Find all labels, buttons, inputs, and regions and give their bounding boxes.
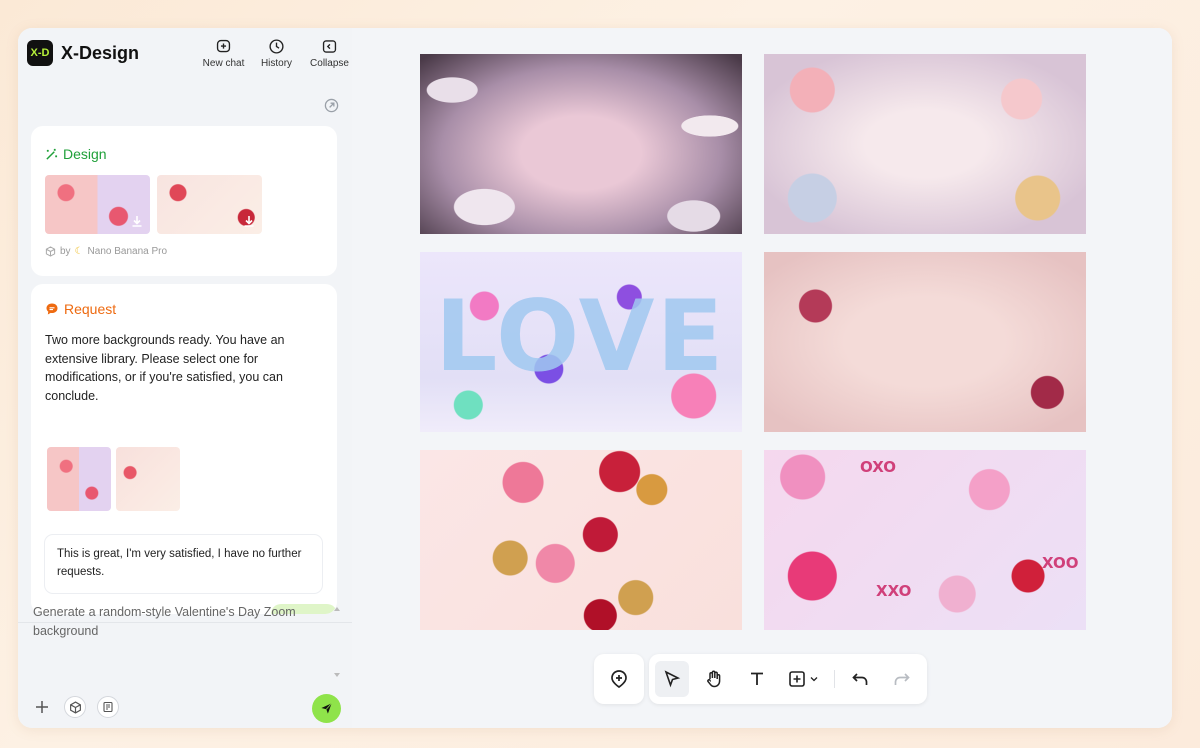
user-message: This is great, I'm very satisfied, I hav…	[45, 535, 322, 593]
magic-wand-icon	[46, 148, 58, 160]
hand-icon	[707, 670, 721, 688]
xo-text: OXO	[860, 458, 896, 476]
scroll-down-icon[interactable]	[333, 671, 341, 679]
new-chat-label: New chat	[202, 58, 245, 69]
undo-button[interactable]	[843, 661, 877, 697]
download-icon[interactable]	[130, 214, 144, 228]
plus-icon	[36, 701, 48, 713]
chevron-down-icon	[810, 677, 818, 682]
assistant-message: Two more backgrounds ready. You have an …	[45, 333, 285, 403]
redo-button[interactable]	[885, 661, 919, 697]
send-icon	[321, 703, 332, 714]
redo-icon	[894, 673, 910, 685]
background-image-4[interactable]	[764, 252, 1086, 432]
design-card-title: Design	[45, 146, 107, 162]
prompt-input[interactable]: Generate a random-style Valentine's Day …	[33, 603, 323, 641]
book-icon	[103, 701, 113, 713]
collapse-button[interactable]: Collapse	[307, 38, 352, 69]
cube-icon	[69, 700, 81, 714]
byline-prefix: by	[60, 246, 71, 257]
download-icon[interactable]	[242, 214, 256, 228]
share-icon[interactable]	[324, 98, 339, 113]
app-logo: X-D	[27, 40, 53, 66]
add-element-button[interactable]	[594, 654, 644, 704]
scroll-up-icon[interactable]	[333, 605, 341, 613]
design-card: Design by ☾ Nano Banana Pro	[31, 126, 337, 276]
undo-icon	[851, 673, 867, 685]
collapse-label: Collapse	[310, 58, 349, 69]
xo-text: XXO	[876, 582, 912, 600]
send-button[interactable]	[312, 694, 341, 723]
insert-icon	[789, 671, 805, 687]
request-thumbnails	[47, 447, 180, 511]
canvas-toolbar	[649, 654, 927, 704]
new-chat-button[interactable]: New chat	[201, 38, 246, 69]
request-card: Request Two more backgrounds ready. You …	[31, 284, 337, 614]
add-element-icon	[611, 670, 627, 689]
insert-tool[interactable]	[782, 661, 824, 697]
collapse-icon	[322, 40, 337, 53]
history-label: History	[260, 58, 293, 69]
header-actions: New chat History Collapse	[201, 38, 352, 69]
xo-text: XOO	[1042, 554, 1079, 572]
clock-icon	[269, 39, 284, 54]
design-thumbnails	[45, 175, 262, 234]
model-select-button[interactable]	[64, 696, 86, 718]
hand-tool[interactable]	[697, 661, 731, 697]
request-card-title: Request	[45, 301, 116, 317]
composer-tools	[31, 696, 119, 718]
background-image-3[interactable]: LOVE	[420, 252, 742, 432]
select-tool[interactable]	[655, 661, 690, 697]
design-canvas[interactable]: LOVE OXO XOO XXO	[352, 28, 1172, 728]
cube-icon	[45, 246, 56, 257]
text-icon	[750, 672, 763, 685]
model-byline: by ☾ Nano Banana Pro	[45, 246, 167, 257]
app-window: X-D X-Design New chat History Collapse D…	[18, 28, 1172, 728]
chat-sidebar: X-D X-Design New chat History Collapse D…	[18, 28, 352, 728]
template-button[interactable]	[97, 696, 119, 718]
background-image-6[interactable]: OXO XOO XXO	[764, 450, 1086, 630]
design-thumbnail[interactable]	[157, 175, 262, 234]
model-name: Nano Banana Pro	[87, 246, 168, 257]
new-chat-icon	[216, 39, 231, 53]
banana-icon: ☾	[74, 246, 84, 257]
app-name: X-Design	[61, 42, 140, 63]
text-tool[interactable]	[739, 661, 773, 697]
design-title-text: Design	[63, 146, 107, 162]
request-thumbnail[interactable]	[47, 447, 111, 511]
background-image-5[interactable]	[420, 450, 742, 630]
love-letters: LOVE	[435, 280, 726, 394]
request-thumbnail[interactable]	[116, 447, 180, 511]
toolbar-separator	[833, 670, 835, 688]
speech-bubble-icon	[46, 303, 58, 315]
history-button[interactable]: History	[254, 38, 299, 69]
select-arrow-icon	[664, 670, 681, 688]
design-thumbnail[interactable]	[45, 175, 150, 234]
request-title-text: Request	[64, 301, 117, 317]
background-image-2[interactable]	[764, 54, 1086, 234]
brand: X-D X-Design	[27, 40, 139, 66]
add-attachment-button[interactable]	[31, 696, 53, 718]
background-image-1[interactable]	[420, 54, 742, 234]
